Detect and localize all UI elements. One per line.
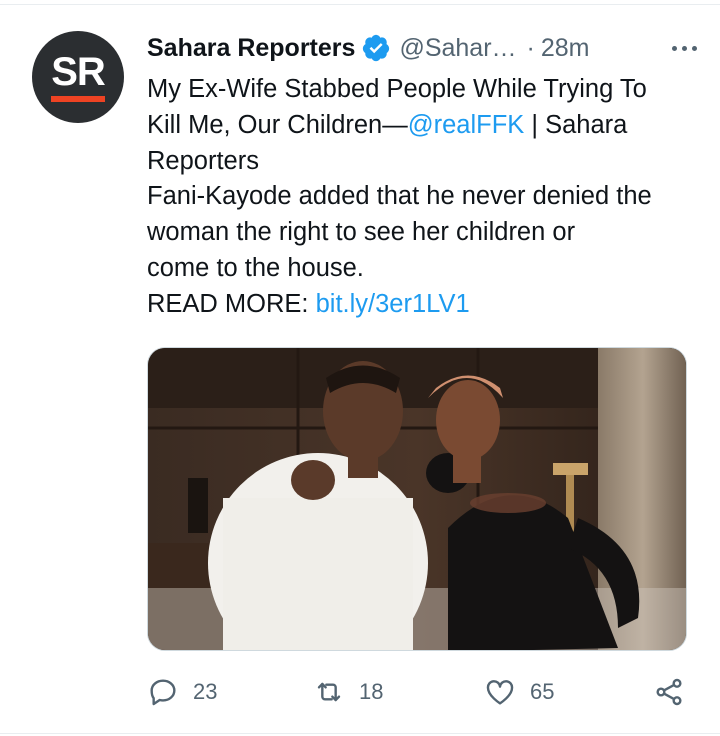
tweet-text: My Ex-Wife Stabbed People While Trying T… (147, 72, 702, 323)
tweet-text-segment: Kill Me, Our Children— (147, 110, 408, 139)
separator-dot: · (526, 33, 535, 62)
like-icon (486, 680, 514, 705)
tweet-header: Sahara Reporters @Sahar… · 28m (147, 30, 697, 66)
photo-illustration (148, 348, 686, 650)
retweet-button[interactable]: 18 (313, 670, 383, 714)
short-link[interactable]: bit.ly/3er1LV1 (316, 290, 470, 318)
tweet-text-line: My Ex-Wife Stabbed People While Trying T… (147, 75, 647, 103)
mention-link[interactable]: @realFFK (408, 111, 525, 139)
top-divider (0, 4, 720, 5)
display-name[interactable]: Sahara Reporters (147, 34, 355, 63)
bottom-divider (0, 733, 720, 734)
action-bar: 23 18 65 (0, 670, 720, 714)
share-button[interactable] (653, 670, 685, 714)
read-more-label: READ MORE: (147, 289, 316, 318)
tweet-text-line: Reporters (147, 146, 259, 175)
tweet-text-segment: | Sahara (524, 110, 628, 139)
reply-button[interactable]: 23 (147, 670, 217, 714)
like-count: 65 (530, 679, 555, 704)
avatar-logo-bar (51, 96, 105, 102)
tweet-text-line: woman the right to see her children or (147, 218, 576, 247)
avatar[interactable]: SR (32, 31, 124, 123)
tweet-text-line: Fani-Kayode added that he never denied t… (147, 182, 652, 211)
tweet-text-line: Kill Me, Our Children—@realFFK | Sahara (147, 108, 702, 144)
avatar-logo-text: SR (51, 50, 106, 94)
like-button[interactable]: 65 (484, 670, 554, 714)
handle[interactable]: @Sahar… (399, 34, 516, 63)
reply-icon (150, 679, 176, 706)
tweet-photo[interactable] (147, 347, 687, 651)
retweet-count: 18 (359, 679, 384, 704)
verified-icon (363, 34, 390, 62)
tweet-text-line: come to the house. (147, 253, 364, 282)
tweet-text-line: READ MORE: bit.ly/3er1LV1 (147, 287, 702, 323)
timestamp[interactable]: 28m (541, 34, 590, 63)
more-icon[interactable] (672, 34, 697, 62)
reply-count: 23 (193, 679, 218, 704)
share-icon (656, 678, 682, 706)
retweet-icon (317, 682, 341, 702)
